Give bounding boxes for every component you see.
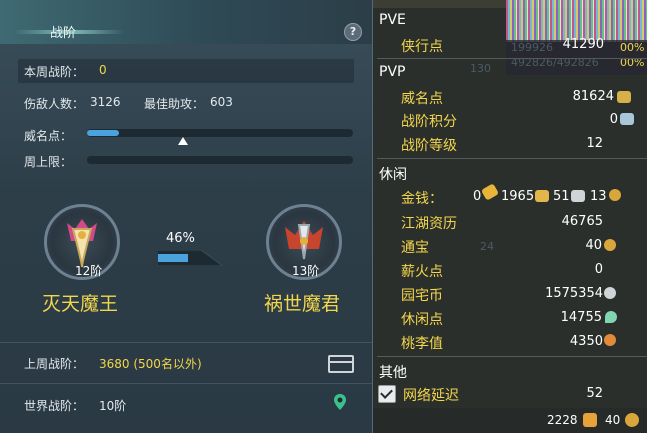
help-icon[interactable]: ? bbox=[344, 23, 362, 41]
rank-progress-arrow bbox=[157, 250, 223, 266]
leisure-points-value: 14755 bbox=[560, 310, 602, 325]
garden-coin-value: 1575354 bbox=[545, 286, 603, 301]
next-rank-name: 祸世魔君 bbox=[264, 293, 341, 315]
section-pvp: PVP bbox=[379, 64, 406, 80]
garden-coin-label: 园宅币 bbox=[401, 288, 443, 304]
currency-panel: 199926 492826/492826 130 24 00% 00% PVE … bbox=[373, 0, 647, 433]
bg-number: 00% bbox=[620, 41, 645, 54]
chest-icon[interactable] bbox=[328, 355, 354, 373]
fame-label: 威名点： bbox=[24, 129, 73, 143]
weekly-rank-value: 0 bbox=[99, 63, 107, 77]
current-rank-name: 灭天魔王 bbox=[42, 293, 119, 315]
latency-checkbox[interactable] bbox=[378, 385, 396, 403]
rank-level-label: 战阶等级 bbox=[401, 138, 457, 154]
rank-level-value: 12 bbox=[586, 136, 603, 151]
taoli-value: 4350 bbox=[569, 334, 603, 349]
kills-label: 伤敌人数： bbox=[24, 97, 85, 111]
money-silver-value: 1965 bbox=[501, 189, 535, 204]
assist-label: 最佳助攻： bbox=[144, 97, 205, 111]
xinhuo-value: 0 bbox=[594, 262, 603, 277]
silver-ingot-icon bbox=[535, 190, 549, 202]
location-pin-icon[interactable] bbox=[333, 393, 347, 411]
kills-value: 3126 bbox=[90, 95, 121, 109]
world-rank-value: 10阶 bbox=[99, 399, 127, 413]
war-rank-panel: 战阶 ? 本周战阶： 0 伤敌人数： 3126 最佳助攻： 603 威名点： 周… bbox=[0, 0, 373, 433]
rank-progress-fill bbox=[158, 254, 188, 262]
latency-label: 网络延迟 bbox=[403, 388, 459, 404]
next-rank-level: 13阶 bbox=[292, 264, 320, 278]
assist-value: 603 bbox=[210, 95, 233, 109]
panel-header: 战阶 ? bbox=[0, 0, 372, 44]
weekly-rank-row: 本周战阶： 0 bbox=[18, 59, 354, 83]
background-graphic bbox=[506, 0, 647, 42]
panel-title: 战阶 bbox=[50, 26, 77, 41]
world-rank-label: 世界战阶： bbox=[24, 399, 85, 413]
jianghu-value: 46765 bbox=[561, 214, 603, 229]
money-label: 金钱： bbox=[401, 191, 443, 207]
weekly-rank-label: 本周战阶： bbox=[24, 65, 85, 79]
bg-number: 199926 bbox=[511, 41, 553, 54]
money-other-value: 13 bbox=[590, 189, 607, 204]
divider bbox=[377, 356, 647, 357]
rank-score-value: 0 bbox=[609, 112, 618, 127]
current-rank-level: 12阶 bbox=[75, 264, 103, 278]
rank-score-icon bbox=[620, 113, 634, 125]
tongbao-value: 40 bbox=[585, 238, 602, 253]
pve-value: 41290 bbox=[562, 37, 604, 52]
last-week-value: 3680 (500名以外) bbox=[99, 357, 202, 371]
fame-bar-marker bbox=[178, 137, 188, 145]
pve-label: 侠行点 bbox=[401, 39, 443, 55]
leisure-points-label: 休闲点 bbox=[401, 312, 443, 328]
fame-points-label: 威名点 bbox=[401, 91, 443, 107]
fame-bar bbox=[87, 129, 353, 137]
bottom-value-b: 40 bbox=[605, 413, 621, 427]
coin-icon[interactable] bbox=[625, 413, 639, 427]
coin-icon bbox=[609, 189, 621, 201]
weekly-limit-label: 周上限： bbox=[24, 155, 73, 169]
rank-score-label: 战阶积分 bbox=[401, 114, 457, 130]
section-other: 其他 bbox=[379, 365, 407, 381]
copper-ingot-icon bbox=[571, 190, 585, 202]
section-pve: PVE bbox=[379, 12, 406, 28]
fame-points-value: 81624 bbox=[572, 89, 614, 104]
bg-number: 24 bbox=[480, 240, 494, 253]
garden-coin-icon bbox=[604, 287, 616, 299]
divider bbox=[377, 58, 647, 59]
leaf-icon bbox=[605, 311, 617, 323]
money-gold-value: 0 bbox=[473, 189, 482, 204]
section-leisure: 休闲 bbox=[379, 167, 407, 183]
weekly-limit-bar bbox=[87, 156, 353, 164]
jianghu-label: 江湖资历 bbox=[401, 216, 457, 232]
divider bbox=[0, 342, 372, 343]
bg-number: 130 bbox=[470, 62, 491, 75]
bottom-value-a: 2228 bbox=[547, 413, 578, 427]
fame-bar-fill bbox=[87, 130, 119, 136]
bottom-bar: 2228 40 bbox=[373, 408, 647, 433]
xinhuo-label: 薪火点 bbox=[401, 264, 443, 280]
rank-progress-percent: 46% bbox=[166, 231, 195, 246]
gold-ingot-icon bbox=[480, 183, 500, 201]
latency-value: 52 bbox=[586, 386, 603, 401]
bag-icon[interactable] bbox=[583, 413, 597, 427]
money-copper-value: 51 bbox=[553, 189, 570, 204]
tongbao-label: 通宝 bbox=[401, 240, 429, 256]
divider bbox=[0, 383, 372, 384]
peach-icon bbox=[604, 334, 616, 346]
fame-icon bbox=[617, 91, 631, 103]
divider bbox=[377, 158, 647, 159]
taoli-label: 桃李值 bbox=[401, 336, 443, 352]
tongbao-coin-icon bbox=[604, 239, 616, 251]
last-week-label: 上周战阶： bbox=[24, 357, 85, 371]
